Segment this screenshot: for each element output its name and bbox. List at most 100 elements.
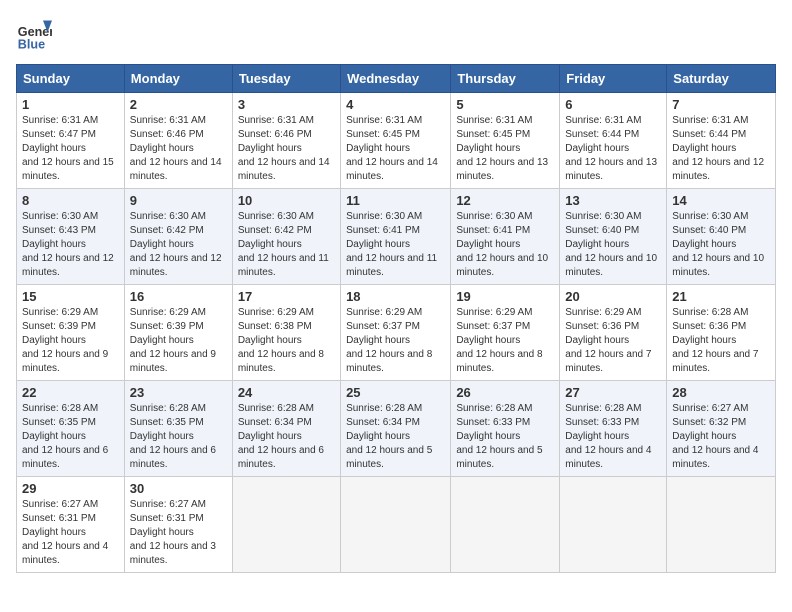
day-number: 8 <box>22 193 119 208</box>
weekday-header-saturday: Saturday <box>667 65 776 93</box>
day-info: Sunrise: 6:28 AMSunset: 6:35 PMDaylight … <box>130 403 216 470</box>
day-info: Sunrise: 6:28 AMSunset: 6:33 PMDaylight … <box>565 403 651 470</box>
day-number: 11 <box>346 193 445 208</box>
calendar-cell: 20 Sunrise: 6:29 AMSunset: 6:36 PMDayligh… <box>560 285 667 381</box>
day-number: 7 <box>672 97 770 112</box>
logo-icon: General Blue <box>16 16 52 52</box>
calendar-cell: 24 Sunrise: 6:28 AMSunset: 6:34 PMDayligh… <box>232 381 340 477</box>
calendar-cell: 30 Sunrise: 6:27 AMSunset: 6:31 PMDayligh… <box>124 477 232 573</box>
calendar-cell: 16 Sunrise: 6:29 AMSunset: 6:39 PMDayligh… <box>124 285 232 381</box>
logo: General Blue <box>16 16 52 52</box>
day-info: Sunrise: 6:29 AMSunset: 6:38 PMDaylight … <box>238 307 324 374</box>
svg-text:Blue: Blue <box>18 37 45 51</box>
day-number: 28 <box>672 385 770 400</box>
day-info: Sunrise: 6:30 AMSunset: 6:40 PMDaylight … <box>565 211 657 278</box>
calendar-cell: 7 Sunrise: 6:31 AMSunset: 6:44 PMDaylight… <box>667 93 776 189</box>
day-info: Sunrise: 6:31 AMSunset: 6:45 PMDaylight … <box>346 115 438 182</box>
calendar-cell: 11 Sunrise: 6:30 AMSunset: 6:41 PMDayligh… <box>341 189 451 285</box>
day-number: 29 <box>22 481 119 496</box>
day-number: 5 <box>456 97 554 112</box>
day-number: 1 <box>22 97 119 112</box>
calendar-cell: 19 Sunrise: 6:29 AMSunset: 6:37 PMDayligh… <box>451 285 560 381</box>
day-number: 13 <box>565 193 661 208</box>
calendar-cell: 27 Sunrise: 6:28 AMSunset: 6:33 PMDayligh… <box>560 381 667 477</box>
day-number: 22 <box>22 385 119 400</box>
day-number: 14 <box>672 193 770 208</box>
calendar-cell: 23 Sunrise: 6:28 AMSunset: 6:35 PMDayligh… <box>124 381 232 477</box>
day-info: Sunrise: 6:28 AMSunset: 6:36 PMDaylight … <box>672 307 758 374</box>
calendar-cell: 28Sunrise: 6:27 AMSunset: 6:32 PMDayligh… <box>667 381 776 477</box>
day-number: 15 <box>22 289 119 304</box>
day-info: Sunrise: 6:31 AMSunset: 6:44 PMDaylight … <box>672 115 764 182</box>
calendar-cell: 17 Sunrise: 6:29 AMSunset: 6:38 PMDayligh… <box>232 285 340 381</box>
calendar-cell: 26 Sunrise: 6:28 AMSunset: 6:33 PMDayligh… <box>451 381 560 477</box>
day-info: Sunrise: 6:30 AMSunset: 6:41 PMDaylight … <box>346 211 437 278</box>
calendar-cell: 4 Sunrise: 6:31 AMSunset: 6:45 PMDaylight… <box>341 93 451 189</box>
day-info: Sunrise: 6:29 AMSunset: 6:36 PMDaylight … <box>565 307 651 374</box>
day-info: Sunrise: 6:29 AMSunset: 6:37 PMDaylight … <box>456 307 542 374</box>
calendar-cell: 6 Sunrise: 6:31 AMSunset: 6:44 PMDaylight… <box>560 93 667 189</box>
weekday-header-monday: Monday <box>124 65 232 93</box>
day-number: 2 <box>130 97 227 112</box>
day-number: 12 <box>456 193 554 208</box>
day-info: Sunrise: 6:29 AMSunset: 6:39 PMDaylight … <box>130 307 216 374</box>
calendar-cell: 25 Sunrise: 6:28 AMSunset: 6:34 PMDayligh… <box>341 381 451 477</box>
calendar-cell: 3Sunrise: 6:31 AMSunset: 6:46 PMDaylight… <box>232 93 340 189</box>
weekday-header-friday: Friday <box>560 65 667 93</box>
page-header: General Blue <box>16 16 776 52</box>
calendar-cell: 13 Sunrise: 6:30 AMSunset: 6:40 PMDayligh… <box>560 189 667 285</box>
day-info: Sunrise: 6:28 AMSunset: 6:34 PMDaylight … <box>346 403 432 470</box>
calendar-table: SundayMondayTuesdayWednesdayThursdayFrid… <box>16 64 776 573</box>
day-number: 24 <box>238 385 335 400</box>
day-number: 25 <box>346 385 445 400</box>
day-number: 4 <box>346 97 445 112</box>
day-info: Sunrise: 6:27 AMSunset: 6:31 PMDaylight … <box>130 499 216 566</box>
calendar-cell: 12 Sunrise: 6:30 AMSunset: 6:41 PMDayligh… <box>451 189 560 285</box>
day-number: 26 <box>456 385 554 400</box>
day-info: Sunrise: 6:31 AMSunset: 6:47 PMDaylight … <box>22 115 114 182</box>
day-info: Sunrise: 6:31 AMSunset: 6:46 PMDaylight … <box>130 115 222 182</box>
day-number: 18 <box>346 289 445 304</box>
day-info: Sunrise: 6:30 AMSunset: 6:42 PMDaylight … <box>130 211 222 278</box>
calendar-cell: 1 Sunrise: 6:31 AMSunset: 6:47 PMDaylight… <box>17 93 125 189</box>
calendar-cell <box>560 477 667 573</box>
day-info: Sunrise: 6:28 AMSunset: 6:34 PMDaylight … <box>238 403 324 470</box>
day-number: 3 <box>238 97 335 112</box>
calendar-cell <box>667 477 776 573</box>
calendar-cell: 22 Sunrise: 6:28 AMSunset: 6:35 PMDayligh… <box>17 381 125 477</box>
weekday-header-thursday: Thursday <box>451 65 560 93</box>
day-info: Sunrise: 6:31 AMSunset: 6:44 PMDaylight … <box>565 115 657 182</box>
calendar-cell: 21 Sunrise: 6:28 AMSunset: 6:36 PMDayligh… <box>667 285 776 381</box>
day-number: 30 <box>130 481 227 496</box>
day-info: Sunrise: 6:28 AMSunset: 6:33 PMDaylight … <box>456 403 542 470</box>
calendar-cell: 9 Sunrise: 6:30 AMSunset: 6:42 PMDaylight… <box>124 189 232 285</box>
day-number: 9 <box>130 193 227 208</box>
day-info: Sunrise: 6:30 AMSunset: 6:40 PMDaylight … <box>672 211 764 278</box>
calendar-cell: 8Sunrise: 6:30 AMSunset: 6:43 PMDaylight… <box>17 189 125 285</box>
calendar-cell: 29 Sunrise: 6:27 AMSunset: 6:31 PMDayligh… <box>17 477 125 573</box>
day-number: 19 <box>456 289 554 304</box>
calendar-cell: 2 Sunrise: 6:31 AMSunset: 6:46 PMDaylight… <box>124 93 232 189</box>
day-number: 16 <box>130 289 227 304</box>
day-info: Sunrise: 6:28 AMSunset: 6:35 PMDaylight … <box>22 403 108 470</box>
weekday-header-tuesday: Tuesday <box>232 65 340 93</box>
calendar-cell <box>341 477 451 573</box>
calendar-cell: 15 Sunrise: 6:29 AMSunset: 6:39 PMDayligh… <box>17 285 125 381</box>
weekday-header-wednesday: Wednesday <box>341 65 451 93</box>
day-number: 17 <box>238 289 335 304</box>
day-info: Sunrise: 6:30 AMSunset: 6:41 PMDaylight … <box>456 211 548 278</box>
weekday-header-sunday: Sunday <box>17 65 125 93</box>
calendar-cell: 14 Sunrise: 6:30 AMSunset: 6:40 PMDayligh… <box>667 189 776 285</box>
calendar-cell <box>232 477 340 573</box>
day-info: Sunrise: 6:29 AMSunset: 6:39 PMDaylight … <box>22 307 108 374</box>
calendar-cell: 10Sunrise: 6:30 AMSunset: 6:42 PMDayligh… <box>232 189 340 285</box>
day-number: 27 <box>565 385 661 400</box>
calendar-cell: 18Sunrise: 6:29 AMSunset: 6:37 PMDayligh… <box>341 285 451 381</box>
day-info: Sunrise: 6:30 AMSunset: 6:42 PMDaylight … <box>238 211 329 278</box>
day-number: 23 <box>130 385 227 400</box>
day-info: Sunrise: 6:27 AMSunset: 6:31 PMDaylight … <box>22 499 108 566</box>
day-number: 20 <box>565 289 661 304</box>
calendar-cell <box>451 477 560 573</box>
day-number: 6 <box>565 97 661 112</box>
day-number: 21 <box>672 289 770 304</box>
